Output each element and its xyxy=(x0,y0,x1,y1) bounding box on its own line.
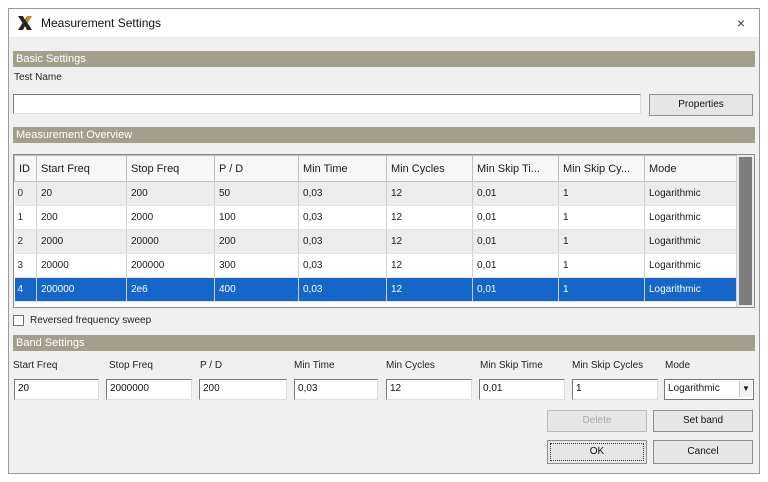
column-header-min-cycles[interactable]: Min Cycles xyxy=(386,155,473,182)
cell-min-time: 0,03 xyxy=(298,181,387,206)
table-row[interactable]: 2 2000 20000 200 0,03 12 0,01 1 Logarith… xyxy=(14,229,737,254)
cell-mode: Logarithmic xyxy=(644,229,737,254)
table-row[interactable]: 0 20 200 50 0,03 12 0,01 1 Logarithmic xyxy=(14,181,737,206)
cell-min-cycles: 12 xyxy=(386,253,473,278)
measurement-grid: ID Start Freq Stop Freq P / D Min Time M… xyxy=(13,154,755,308)
scrollbar-thumb[interactable] xyxy=(739,157,752,305)
cell-min-skip-cycles: 1 xyxy=(558,205,645,230)
min-time-label: Min Time xyxy=(294,360,335,371)
table-row[interactable]: 1 200 2000 100 0,03 12 0,01 1 Logarithmi… xyxy=(14,205,737,230)
chevron-down-icon[interactable]: ▼ xyxy=(739,381,752,397)
cell-min-time: 0,03 xyxy=(298,253,387,278)
basic-settings-header: Basic Settings xyxy=(13,51,755,67)
ok-button[interactable]: OK xyxy=(547,440,647,464)
cell-min-skip-time: 0,01 xyxy=(472,253,559,278)
start-freq-input[interactable]: 20 xyxy=(14,379,99,400)
cell-stop-freq: 200 xyxy=(126,181,215,206)
cell-id: 2 xyxy=(14,229,37,254)
cancel-button[interactable]: Cancel xyxy=(653,440,753,464)
cell-min-skip-cycles: 1 xyxy=(558,181,645,206)
reversed-sweep-label[interactable]: Reversed frequency sweep xyxy=(30,315,151,326)
cell-mode: Logarithmic xyxy=(644,205,737,230)
stop-freq-input[interactable]: 2000000 xyxy=(106,379,192,400)
cell-min-skip-time: 0,01 xyxy=(472,229,559,254)
column-header-start-freq[interactable]: Start Freq xyxy=(36,155,127,182)
test-name-input[interactable] xyxy=(13,94,641,114)
measurement-settings-dialog: Measurement Settings × Basic Settings Te… xyxy=(8,8,760,474)
min-cycles-label: Min Cycles xyxy=(386,360,435,371)
measurement-table: ID Start Freq Stop Freq P / D Min Time M… xyxy=(14,155,737,302)
measurement-overview-header: Measurement Overview xyxy=(13,127,755,143)
cell-pd: 50 xyxy=(214,181,299,206)
cell-pd: 400 xyxy=(214,277,299,302)
column-header-min-time[interactable]: Min Time xyxy=(298,155,387,182)
cell-start-freq: 200000 xyxy=(36,277,127,302)
cell-min-skip-time: 0,01 xyxy=(472,277,559,302)
close-icon[interactable]: × xyxy=(729,12,753,34)
cell-start-freq: 2000 xyxy=(36,229,127,254)
cell-id: 4 xyxy=(14,277,37,302)
cell-mode: Logarithmic xyxy=(644,253,737,278)
cell-min-cycles: 12 xyxy=(386,229,473,254)
cell-min-cycles: 12 xyxy=(386,181,473,206)
column-header-min-skip-time[interactable]: Min Skip Ti... xyxy=(472,155,559,182)
reversed-sweep-checkbox[interactable] xyxy=(13,315,24,326)
table-header-row: ID Start Freq Stop Freq P / D Min Time M… xyxy=(14,155,737,182)
cell-start-freq: 20000 xyxy=(36,253,127,278)
cell-min-time: 0,03 xyxy=(298,205,387,230)
min-skip-time-label: Min Skip Time xyxy=(480,360,543,371)
cell-pd: 200 xyxy=(214,229,299,254)
table-row[interactable]: 3 20000 200000 300 0,03 12 0,01 1 Logari… xyxy=(14,253,737,278)
start-freq-label: Start Freq xyxy=(13,360,58,371)
cell-mode: Logarithmic xyxy=(644,277,737,302)
column-header-id[interactable]: ID xyxy=(14,155,37,182)
min-skip-cycles-input[interactable]: 1 xyxy=(572,379,658,400)
stop-freq-label: Stop Freq xyxy=(109,360,153,371)
cell-min-cycles: 12 xyxy=(386,277,473,302)
test-name-label: Test Name xyxy=(14,72,62,83)
grid-vertical-scrollbar[interactable] xyxy=(736,155,754,307)
cell-pd: 300 xyxy=(214,253,299,278)
cell-pd: 100 xyxy=(214,205,299,230)
properties-button[interactable]: Properties xyxy=(649,94,753,116)
column-header-stop-freq[interactable]: Stop Freq xyxy=(126,155,215,182)
min-skip-cycles-label: Min Skip Cycles xyxy=(572,360,644,371)
title-bar: Measurement Settings × xyxy=(9,9,759,37)
cell-start-freq: 20 xyxy=(36,181,127,206)
app-logo-icon xyxy=(18,16,32,30)
cell-min-cycles: 12 xyxy=(386,205,473,230)
window-title: Measurement Settings xyxy=(41,16,162,30)
delete-button[interactable]: Delete xyxy=(547,410,647,432)
column-header-min-skip-cycles[interactable]: Min Skip Cy... xyxy=(558,155,645,182)
cell-stop-freq: 2000 xyxy=(126,205,215,230)
cell-min-skip-time: 0,01 xyxy=(472,181,559,206)
column-header-pd[interactable]: P / D xyxy=(214,155,299,182)
set-band-button[interactable]: Set band xyxy=(653,410,753,432)
cell-id: 0 xyxy=(14,181,37,206)
pd-label: P / D xyxy=(200,360,223,371)
cell-min-time: 0,03 xyxy=(298,277,387,302)
pd-input[interactable]: 200 xyxy=(199,379,287,400)
cell-start-freq: 200 xyxy=(36,205,127,230)
table-row-selected[interactable]: 4 200000 2e6 400 0,03 12 0,01 1 Logarith… xyxy=(14,277,737,302)
cell-id: 1 xyxy=(14,205,37,230)
cell-stop-freq: 2e6 xyxy=(126,277,215,302)
cell-stop-freq: 200000 xyxy=(126,253,215,278)
cell-stop-freq: 20000 xyxy=(126,229,215,254)
cell-min-time: 0,03 xyxy=(298,229,387,254)
band-settings-header: Band Settings xyxy=(13,335,755,351)
min-skip-time-input[interactable]: 0,01 xyxy=(479,379,565,400)
mode-dropdown[interactable]: Logarithmic ▼ xyxy=(664,379,754,400)
column-header-mode[interactable]: Mode xyxy=(644,155,737,182)
cell-mode: Logarithmic xyxy=(644,181,737,206)
cell-min-skip-cycles: 1 xyxy=(558,229,645,254)
min-time-input[interactable]: 0,03 xyxy=(294,379,378,400)
cell-min-skip-cycles: 1 xyxy=(558,253,645,278)
cell-id: 3 xyxy=(14,253,37,278)
cell-min-skip-time: 0,01 xyxy=(472,205,559,230)
mode-dropdown-value: Logarithmic xyxy=(668,383,720,394)
mode-label: Mode xyxy=(665,360,691,371)
cell-min-skip-cycles: 1 xyxy=(558,277,645,302)
min-cycles-input[interactable]: 12 xyxy=(386,379,472,400)
